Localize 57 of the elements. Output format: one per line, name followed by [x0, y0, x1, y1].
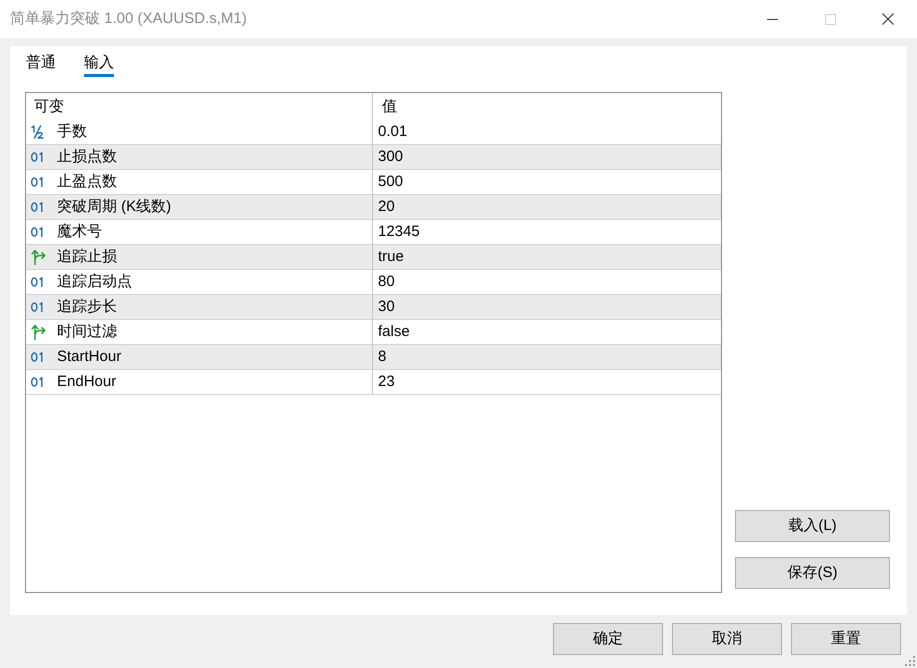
parameter-value[interactable]: 0.01	[378, 122, 408, 142]
zero-one-icon	[31, 302, 45, 312]
window-title: 简单暴力突破 1.00 (XAUUSD.s,M1)	[9, 8, 247, 29]
table-row[interactable]: 追踪步长 30	[26, 295, 721, 320]
maximize-icon	[824, 14, 836, 24]
parameter-value[interactable]: 300	[378, 147, 404, 167]
file-button[interactable]: 载入(L)	[735, 510, 890, 542]
parameter-name: 止损点数	[57, 147, 117, 167]
parameter-value[interactable]: 80	[378, 272, 395, 292]
parameter-name: EndHour	[57, 372, 116, 392]
table-row[interactable]: 止盈点数 500	[26, 170, 721, 195]
table-row[interactable]: 追踪止损 true	[26, 245, 721, 270]
parameter-name: 追踪启动点	[57, 272, 132, 292]
zero-one-icon	[31, 227, 45, 237]
table-row[interactable]: EndHour 23	[26, 370, 721, 395]
branch-arrow-icon	[31, 324, 46, 340]
parameter-name: 突破周期 (K线数)	[57, 197, 172, 217]
zero-one-icon	[31, 202, 45, 212]
zero-one-icon	[31, 152, 45, 162]
zero-one-icon	[31, 352, 45, 362]
parameter-value[interactable]: 12345	[378, 222, 420, 242]
table-row[interactable]: StartHour 8	[26, 345, 721, 370]
parameter-value[interactable]: 500	[378, 172, 404, 192]
parameter-name: 时间过滤	[57, 322, 117, 342]
table-row[interactable]: 突破周期 (K线数) 20	[26, 195, 721, 220]
table-row[interactable]: 魔术号 12345	[26, 220, 721, 245]
branch-arrow-icon	[31, 249, 46, 265]
zero-one-icon	[31, 377, 45, 387]
tab[interactable]: 输入	[84, 51, 114, 77]
file-button[interactable]: 保存(S)	[735, 557, 890, 589]
table-row[interactable]: 止损点数 300	[26, 145, 721, 170]
tab[interactable]: 普通	[26, 51, 56, 77]
parameter-value[interactable]: 20	[378, 197, 395, 217]
minimize-icon	[766, 18, 778, 20]
close-icon	[882, 13, 894, 25]
fraction-icon	[31, 125, 44, 139]
dialog-button[interactable]: 确定	[553, 623, 663, 655]
zero-one-icon	[31, 177, 45, 187]
parameter-name: 魔术号	[57, 222, 102, 242]
parameter-name: 止盈点数	[57, 172, 117, 192]
dialog-button[interactable]: 重置	[791, 623, 901, 655]
parameter-value[interactable]: 8	[378, 347, 386, 367]
parameter-value[interactable]: true	[378, 247, 404, 267]
parameter-name: 追踪止损	[57, 247, 117, 267]
parameter-name: 手数	[57, 122, 87, 142]
table-row[interactable]: 手数 0.01	[26, 120, 721, 145]
parameter-name: StartHour	[57, 347, 122, 367]
zero-one-icon	[31, 277, 45, 287]
resize-grip-icon	[905, 656, 915, 666]
table-row[interactable]: 时间过滤 false	[26, 320, 721, 345]
column-header: 值	[381, 97, 398, 117]
parameter-value[interactable]: 23	[378, 372, 395, 392]
parameter-value[interactable]: false	[378, 322, 410, 342]
dialog-button[interactable]: 取消	[672, 623, 782, 655]
table-row[interactable]: 追踪启动点 80	[26, 270, 721, 295]
parameter-value[interactable]: 30	[378, 297, 395, 317]
parameter-name: 追踪步长	[57, 297, 117, 317]
